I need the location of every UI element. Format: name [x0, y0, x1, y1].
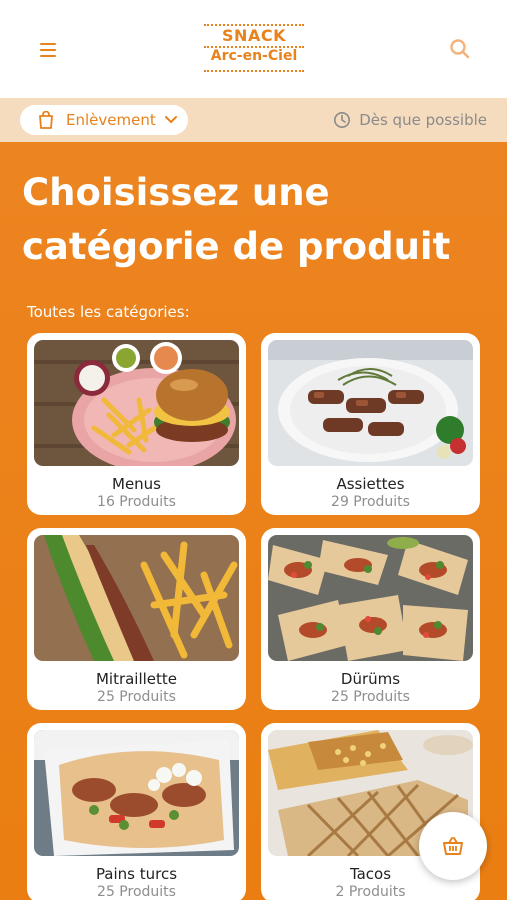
category-count: 25 Produits — [97, 689, 176, 705]
category-name: Mitraillette — [95, 670, 178, 688]
category-count: 25 Produits — [331, 689, 410, 705]
category-count: 16 Produits — [97, 494, 176, 510]
menu-button[interactable] — [36, 38, 60, 62]
basket-icon — [443, 837, 463, 855]
category-card-menus[interactable]: Menus 16 Produits — [27, 333, 246, 515]
category-count: 29 Produits — [331, 494, 410, 510]
category-card-assiettes[interactable]: Assiettes 29 Produits — [261, 333, 480, 515]
page-title: Choisissez une catégorie de produit — [22, 171, 451, 268]
category-name: Menus — [112, 475, 161, 493]
category-card-pains-turcs[interactable]: Pains turcs 25 Produits — [27, 723, 246, 903]
category-image-menus — [34, 340, 239, 466]
category-card-durums[interactable]: Dürüms 25 Produits — [261, 528, 480, 710]
category-image-assiettes — [268, 340, 473, 466]
category-image-pains-turcs — [34, 730, 239, 856]
order-options-bar: Enlèvement Dès que possible — [0, 98, 507, 142]
category-name: Assiettes — [336, 475, 405, 493]
logo-divider — [204, 70, 304, 72]
category-section: Choisissez une catégorie de produit Tout… — [0, 142, 507, 903]
menu-icon — [40, 43, 56, 57]
logo-line-2: Arc-en-Ciel — [210, 48, 298, 64]
categories-subtitle: Toutes les catégories: — [27, 303, 190, 321]
chevron-down-icon — [164, 116, 177, 123]
cart-button[interactable] — [419, 812, 487, 880]
category-name: Dürüms — [340, 670, 401, 688]
clock-icon — [334, 112, 351, 128]
search-button[interactable] — [447, 36, 473, 62]
pickup-time-label: Dès que possible — [359, 111, 487, 129]
pickup-mode-label: Enlèvement — [66, 111, 156, 129]
category-image-durums — [268, 535, 473, 661]
pickup-mode-dropdown[interactable]: Enlèvement — [20, 105, 188, 135]
logo-line-1: SNACK — [222, 26, 286, 45]
app-header: SNACK Arc-en-Ciel — [0, 0, 507, 98]
search-icon — [450, 39, 470, 59]
category-count: 25 Produits — [97, 884, 176, 900]
category-count: 2 Produits — [335, 884, 406, 900]
category-card-mitraillette[interactable]: Mitraillette 25 Produits — [27, 528, 246, 710]
brand-logo[interactable]: SNACK Arc-en-Ciel — [204, 22, 304, 74]
category-name: Pains turcs — [95, 865, 178, 883]
category-image-mitraillette — [34, 535, 239, 661]
pickup-time-selector[interactable]: Dès que possible — [333, 98, 487, 142]
shopping-bag-icon — [39, 111, 53, 129]
